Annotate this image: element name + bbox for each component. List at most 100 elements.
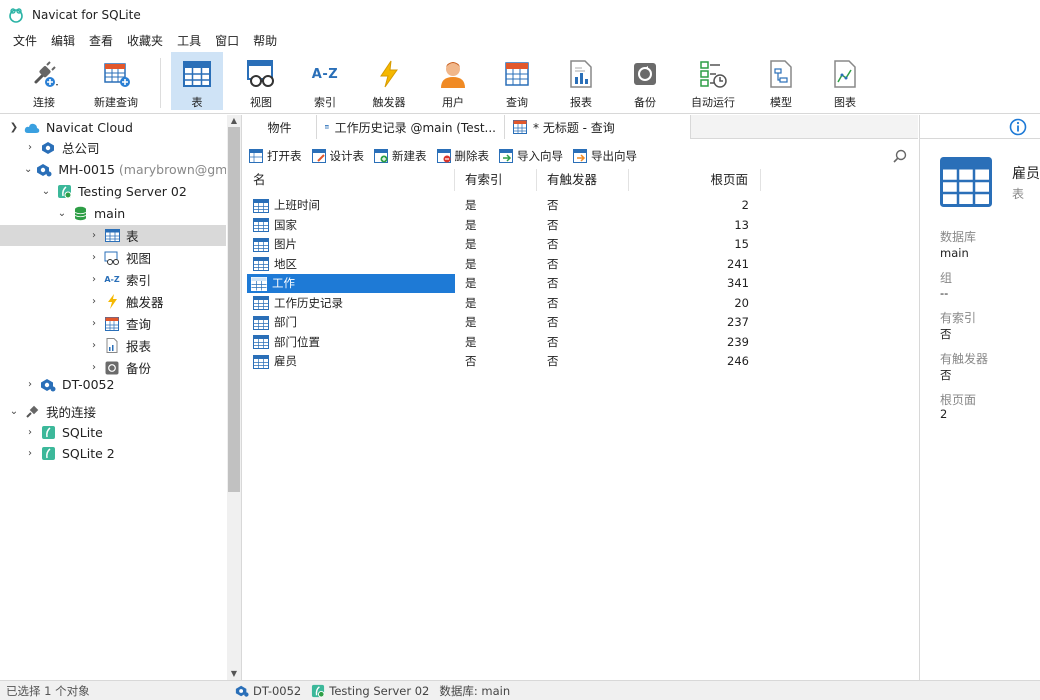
tree-item-main-database[interactable]: ⌄ main (0, 203, 226, 224)
info-icon[interactable] (1009, 118, 1027, 136)
trigger-tool-button[interactable]: 触发器 (363, 52, 415, 110)
table-row[interactable]: 雇员 否 否 246 (243, 352, 763, 372)
tree-item-dt-0052[interactable]: › DT-0052 (0, 374, 226, 395)
backup-tool-button[interactable]: 备份 (619, 52, 671, 110)
column-header-name[interactable]: 名 (243, 169, 455, 191)
scroll-down-arrow-icon[interactable]: ▼ (227, 668, 241, 680)
delete-table-icon (436, 149, 451, 163)
table-tool-button[interactable]: 表 (171, 52, 223, 110)
chevron-right-icon[interactable]: › (24, 379, 36, 390)
new-table-button[interactable]: 新建表 (374, 148, 427, 164)
search-icon[interactable] (892, 148, 908, 164)
tree-item-triggers[interactable]: › 触发器 (0, 291, 226, 312)
tab-label: * 无标题 - 查询 (533, 120, 615, 135)
tree-item-indexes[interactable]: › A-Z 索引 (0, 269, 226, 290)
tree-item-sqlite[interactable]: › SQLite (0, 422, 226, 443)
chevron-right-icon[interactable]: › (88, 318, 100, 329)
chevron-down-icon[interactable]: ⌄ (24, 164, 32, 175)
table-row-selected[interactable]: 工作 是 否 341 (243, 274, 763, 294)
chevron-right-icon[interactable]: › (88, 230, 100, 241)
chevron-right-icon[interactable]: › (88, 362, 100, 373)
automation-tool-button[interactable]: 自动运行 (683, 52, 743, 110)
sidebar-scrollbar[interactable]: ▲ ▼ (227, 115, 241, 680)
main-toolbar: 连接 新建查询 表 视图 A-Z 索引 触发器 用户 查询 报表 备份 自动运行… (0, 52, 1040, 114)
user-tool-button[interactable]: 用户 (427, 52, 479, 110)
chevron-right-icon[interactable]: › (24, 427, 36, 438)
menu-tools[interactable]: 工具 (170, 30, 208, 52)
chevron-right-icon[interactable]: › (24, 448, 36, 459)
menu-favorites[interactable]: 收藏夹 (120, 30, 170, 52)
tab-objects[interactable]: 物件 (243, 115, 317, 139)
query-icon (501, 58, 533, 90)
table-row[interactable]: 部门位置 是 否 239 (243, 333, 763, 353)
delete-table-button[interactable]: 删除表 (436, 148, 489, 164)
tree-item-sqlite-2[interactable]: › SQLite 2 (0, 443, 226, 464)
chart-tool-button[interactable]: 图表 (819, 52, 871, 110)
chart-tool-label: 图表 (834, 96, 856, 109)
menu-file[interactable]: 文件 (6, 30, 44, 52)
model-tool-button[interactable]: 模型 (755, 52, 807, 110)
table-row[interactable]: 国家 是 否 13 (243, 216, 763, 236)
table-name-cell: 部门 (253, 313, 455, 333)
menu-window[interactable]: 窗口 (208, 30, 246, 52)
tree-label: 总公司 (62, 141, 100, 156)
tree-item-reports[interactable]: › 报表 (0, 335, 226, 356)
tree-item-queries[interactable]: › 查询 (0, 313, 226, 334)
table-name: 上班时间 (274, 198, 320, 212)
tree-item-tables[interactable]: › 表 (0, 225, 226, 246)
lightning-icon (104, 294, 120, 310)
view-tool-button[interactable]: 视图 (235, 52, 287, 110)
table-row[interactable]: 图片 是 否 15 (243, 235, 763, 255)
import-wizard-button[interactable]: 导入向导 (499, 148, 563, 164)
has-trigger-cell: 否 (547, 217, 559, 232)
design-table-button[interactable]: 设计表 (311, 148, 364, 164)
tree-item-my-connections[interactable]: ⌄ 我的连接 (0, 401, 226, 422)
table-row[interactable]: 上班时间 是 否 2 (243, 196, 763, 216)
chevron-right-icon[interactable]: › (24, 142, 36, 153)
export-wizard-button[interactable]: 导出向导 (573, 148, 637, 164)
tab-untitled-query[interactable]: * 无标题 - 查询 (505, 115, 691, 139)
index-tool-button[interactable]: A-Z 索引 (299, 52, 351, 110)
chevron-right-icon[interactable]: › (88, 296, 100, 307)
sidebar-scroll-thumb[interactable] (228, 127, 240, 492)
plug-icon (24, 404, 40, 420)
shared-project-icon (235, 685, 249, 697)
sqlite-connection-icon (56, 184, 72, 200)
has-trigger-cell: 否 (547, 237, 559, 251)
new-query-button[interactable]: 新建查询 (84, 52, 148, 110)
chevron-down-icon[interactable]: ⌄ (56, 208, 68, 219)
has-index-cell: 是 (465, 334, 477, 349)
chevron-right-icon[interactable]: › (88, 340, 100, 351)
chevron-right-icon[interactable]: › (88, 252, 100, 263)
tab-work-history[interactable]: 工作历史记录 @main (Test... (317, 115, 505, 139)
tree-item-navicat-cloud[interactable]: ❯ Navicat Cloud (0, 117, 226, 138)
tree-item-company[interactable]: › 总公司 (0, 137, 226, 158)
menu-help[interactable]: 帮助 (246, 30, 284, 52)
tree-item-views[interactable]: › 视图 (0, 247, 226, 268)
connect-button[interactable]: 连接 (16, 52, 72, 110)
open-table-button[interactable]: 打开表 (249, 148, 302, 164)
table-row[interactable]: 部门 是 否 237 (243, 313, 763, 333)
tree-item-testing-server[interactable]: ⌄ Testing Server 02 (0, 181, 226, 202)
user-tool-label: 用户 (442, 96, 464, 109)
toolbar-separator (160, 58, 161, 108)
chevron-right-icon[interactable]: › (88, 274, 100, 285)
table-row[interactable]: 工作历史记录 是 否 20 (243, 294, 763, 314)
root-page-cell: 237 (727, 315, 749, 329)
menu-view[interactable]: 查看 (82, 30, 120, 52)
scroll-up-arrow-icon[interactable]: ▲ (227, 115, 241, 127)
column-header-root-page[interactable]: 根页面 (629, 169, 761, 191)
tree-item-mh-0015[interactable]: ⌄ MH-0015 (marybrown@gmai (0, 159, 226, 180)
status-database: 数据库: main (439, 683, 511, 698)
chevron-down-icon[interactable]: ⌄ (8, 406, 20, 417)
table-row[interactable]: 地区 是 否 241 (243, 255, 763, 275)
query-tool-button[interactable]: 查询 (491, 52, 543, 110)
report-tool-button[interactable]: 报表 (555, 52, 607, 110)
column-header-has-trigger[interactable]: 有触发器 (537, 169, 629, 191)
chevron-down-icon[interactable]: ⌄ (40, 186, 52, 197)
info-label-has-index: 有索引 (940, 311, 977, 325)
menu-edit[interactable]: 编辑 (44, 30, 82, 52)
column-header-has-index[interactable]: 有索引 (455, 169, 537, 191)
chevron-down-icon[interactable]: ❯ (8, 122, 20, 133)
has-trigger-cell: 否 (547, 276, 559, 290)
